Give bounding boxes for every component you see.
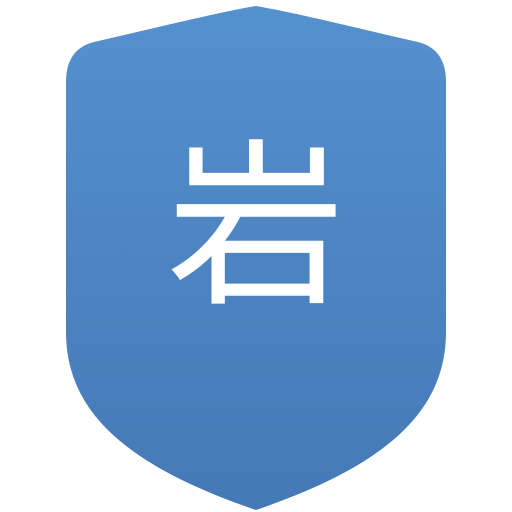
app-icon-canvas: 岩 xyxy=(0,0,512,512)
kanji-label: 岩 xyxy=(167,124,345,331)
